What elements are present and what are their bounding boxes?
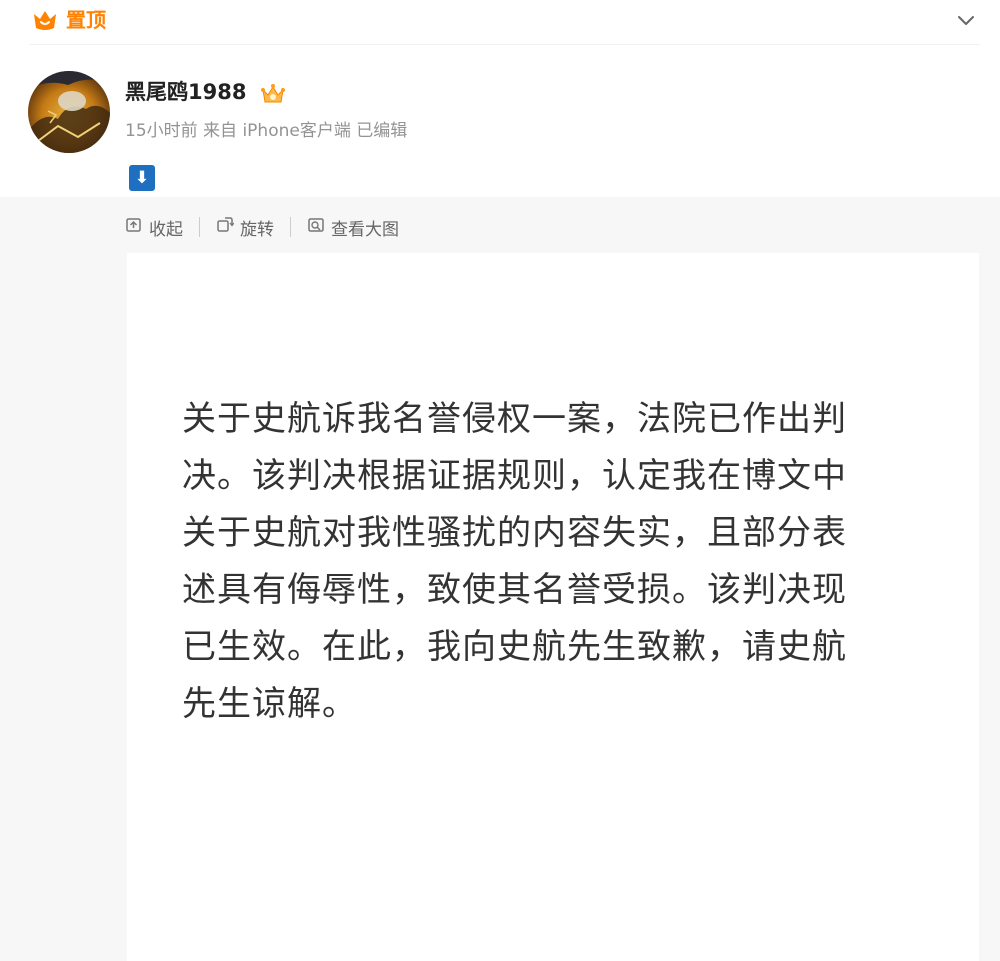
post-meta: 15小时前 来自 iPhone客户端 已编辑 xyxy=(125,119,407,143)
statement-line: 关于史航诉我名誉侵权一案，法院已作出判 xyxy=(182,399,847,439)
avatar[interactable] xyxy=(28,71,110,153)
crown-pin-icon xyxy=(32,7,58,33)
rotate-icon xyxy=(216,216,240,239)
weibo-post-page: 置顶 黑尾鸥1988 15小时前 来自 iPhone客户端 已编辑 ⬇ 收起 旋… xyxy=(0,0,1000,961)
statement-line: 已生效。在此，我向史航先生致歉，请史航 xyxy=(182,627,847,667)
toolbar-divider xyxy=(290,217,291,237)
chevron-down-icon[interactable] xyxy=(954,8,978,32)
rotate-label: 旋转 xyxy=(240,219,274,240)
statement-line: 先生谅解。 xyxy=(182,684,357,724)
statement-line: 决。该判决根据证据规则，认定我在博文中 xyxy=(182,456,847,496)
pinned-header: 置顶 xyxy=(0,0,1000,44)
view-large-button[interactable]: 查看大图 xyxy=(307,215,399,240)
view-large-label: 查看大图 xyxy=(331,219,399,240)
statement-line: 关于史航对我性骚扰的内容失实，且部分表 xyxy=(182,513,847,553)
rotate-button[interactable]: 旋转 xyxy=(216,215,274,240)
view-large-icon xyxy=(307,216,331,239)
author-name[interactable]: 黑尾鸥1988 xyxy=(125,77,246,107)
collapse-label: 收起 xyxy=(149,219,183,240)
toolbar-divider xyxy=(199,217,200,237)
image-toolbar: 收起 旋转 查看大图 xyxy=(125,213,399,241)
statement-line: 述具有侮辱性，致使其名誉受损。该判决现 xyxy=(182,570,847,610)
post-source[interactable]: 来自 iPhone客户端 xyxy=(203,121,351,141)
image-statement-text: 关于史航诉我名誉侵权一案，法院已作出判 决。该判决根据证据规则，认定我在博文中 … xyxy=(182,391,912,733)
post-image[interactable]: 关于史航诉我名誉侵权一案，法院已作出判 决。该判决根据证据规则，认定我在博文中 … xyxy=(127,253,979,961)
post-time[interactable]: 15小时前 xyxy=(125,121,198,141)
pinned-label: 置顶 xyxy=(66,8,106,32)
edited-label[interactable]: 已编辑 xyxy=(356,121,407,141)
down-arrow-emoji: ⬇ xyxy=(129,165,155,191)
collapse-button[interactable]: 收起 xyxy=(125,215,183,240)
header-divider xyxy=(30,44,980,45)
vip-crown-icon[interactable] xyxy=(260,82,286,106)
collapse-icon xyxy=(125,216,149,239)
